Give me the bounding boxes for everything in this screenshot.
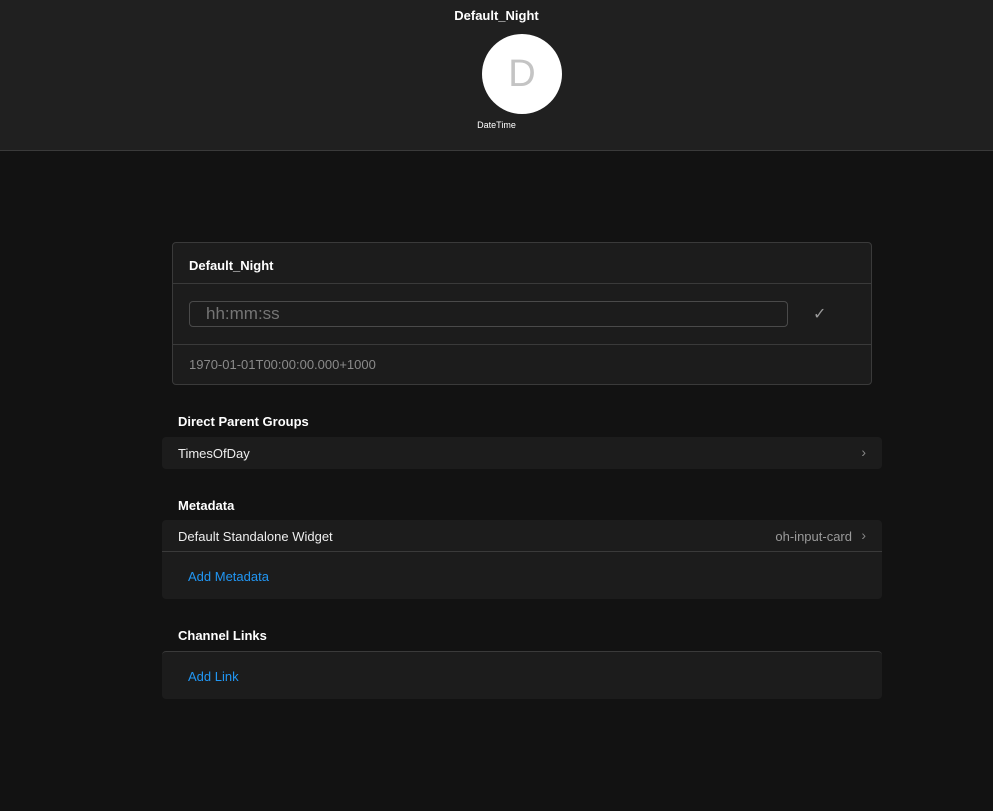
time-input[interactable] bbox=[189, 301, 788, 327]
add-link-link[interactable]: Add Link bbox=[162, 652, 882, 699]
metadata-title: Metadata bbox=[178, 498, 235, 513]
card-title: Default_Night bbox=[173, 243, 871, 284]
state-value: 1970-01-01T00:00:00.000+1000 bbox=[189, 357, 376, 372]
item-title: Default_Night bbox=[454, 8, 539, 23]
chevron-right-icon: › bbox=[861, 527, 866, 543]
metadata-value: oh-input-card bbox=[775, 529, 852, 544]
metadata-label: Default Standalone Widget bbox=[178, 529, 333, 544]
item-header: Default_Night D DateTime bbox=[0, 0, 993, 151]
parent-groups-list: TimesOfDay › bbox=[162, 437, 882, 469]
chevron-right-icon: › bbox=[861, 444, 866, 460]
list-item[interactable]: TimesOfDay › bbox=[162, 437, 882, 469]
avatar: D bbox=[482, 34, 562, 114]
group-label: TimesOfDay bbox=[178, 446, 250, 461]
check-icon[interactable]: ✓ bbox=[813, 304, 826, 324]
list-item[interactable]: Default Standalone Widget oh-input-card … bbox=[162, 520, 882, 552]
channel-links-title: Channel Links bbox=[178, 628, 267, 643]
parent-groups-title: Direct Parent Groups bbox=[178, 414, 309, 429]
metadata-list: Default Standalone Widget oh-input-card … bbox=[162, 520, 882, 599]
item-type: DateTime bbox=[477, 120, 516, 130]
channel-links-list: Add Link bbox=[162, 651, 882, 699]
item-state-card: Default_Night ✓ 1970-01-01T00:00:00.000+… bbox=[172, 242, 872, 385]
add-metadata-link[interactable]: Add Metadata bbox=[162, 552, 882, 599]
